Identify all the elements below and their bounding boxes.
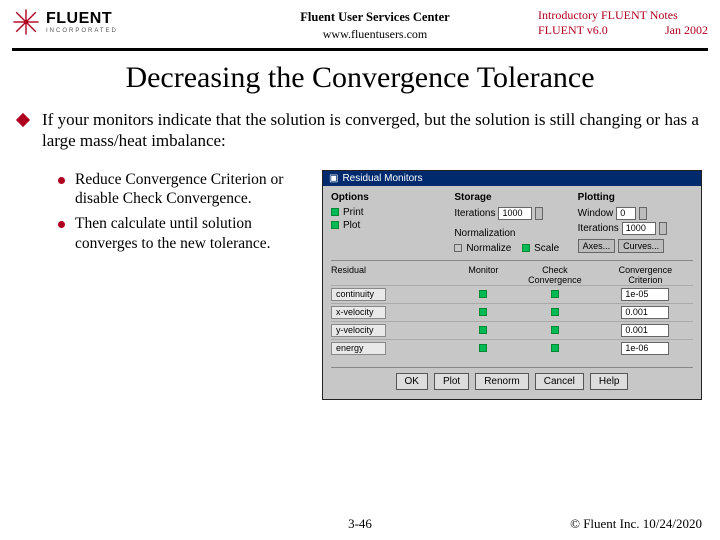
bullet-diamond-icon (16, 113, 30, 127)
monitor-checkbox[interactable] (479, 308, 487, 316)
cancel-button[interactable]: Cancel (535, 373, 584, 390)
logo-wordmark: FLUENT (46, 10, 118, 28)
bullet-item: Reduce Convergence Criterion or disable … (75, 170, 308, 209)
logo-starburst-icon (12, 8, 40, 36)
bullet-dot-icon (58, 221, 65, 228)
plot-iter-input[interactable]: 1000 (622, 222, 656, 235)
dialog-button-row: OK Plot Renorm Cancel Help (331, 367, 693, 395)
storage-iter-label: Iterations (454, 208, 495, 219)
curves-button[interactable]: Curves... (618, 239, 664, 253)
page-number: 3-46 (348, 516, 372, 532)
storage-group-label: Storage (454, 192, 569, 203)
check-convergence-checkbox[interactable] (551, 290, 559, 298)
monitor-checkbox[interactable] (479, 326, 487, 334)
residual-name: x-velocity (331, 306, 386, 319)
slide-footer: 3-46 © Fluent Inc. 10/24/2020 (0, 516, 720, 532)
copyright: © Fluent Inc. 10/24/2020 (570, 516, 702, 532)
dialog-title-text: Residual Monitors (342, 173, 422, 184)
col-residual: Residual (331, 265, 455, 285)
header-right: Introductory FLUENT Notes FLUENT v6.0 Ja… (538, 8, 708, 38)
print-checkbox[interactable] (331, 208, 339, 216)
check-convergence-checkbox[interactable] (551, 308, 559, 316)
plot-button[interactable]: Plot (434, 373, 469, 390)
spinner-icon[interactable] (639, 207, 647, 220)
scale-checkbox[interactable] (522, 244, 530, 252)
criterion-input[interactable]: 1e-06 (621, 342, 669, 355)
scale-label: Scale (534, 243, 559, 254)
spinner-icon[interactable] (659, 222, 667, 235)
monitor-checkbox[interactable] (479, 344, 487, 352)
residual-row: continuity 1e-05 (331, 285, 693, 303)
residual-row: energy 1e-06 (331, 339, 693, 357)
axes-button[interactable]: Axes... (578, 239, 616, 253)
residual-monitors-dialog: ▣ Residual Monitors Options Print Plot S… (322, 170, 702, 400)
slide-header: FLUENT INCORPORATED Fluent User Services… (0, 0, 720, 42)
criterion-input[interactable]: 1e-05 (621, 288, 669, 301)
check-convergence-checkbox[interactable] (551, 326, 559, 334)
storage-iter-input[interactable]: 1000 (498, 207, 532, 220)
check-convergence-checkbox[interactable] (551, 344, 559, 352)
residual-row: x-velocity 0.001 (331, 303, 693, 321)
spinner-icon[interactable] (535, 207, 543, 220)
window-icon: ▣ (329, 173, 338, 184)
plot-label: Plot (343, 220, 360, 231)
residual-name: y-velocity (331, 324, 386, 337)
normalize-label: Normalize (466, 243, 511, 254)
header-center-title: Fluent User Services Center (212, 10, 538, 25)
normalize-checkbox[interactable] (454, 244, 462, 252)
plot-checkbox[interactable] (331, 221, 339, 229)
residual-row: y-velocity 0.001 (331, 321, 693, 339)
header-version: FLUENT v6.0 (538, 23, 608, 38)
header-date: Jan 2002 (665, 23, 708, 38)
ok-button[interactable]: OK (396, 373, 428, 390)
window-input[interactable]: 0 (616, 207, 636, 220)
normalization-label: Normalization (454, 228, 569, 239)
dialog-titlebar: ▣ Residual Monitors (323, 171, 701, 186)
residual-name: energy (331, 342, 386, 355)
residual-name: continuity (331, 288, 386, 301)
bullet-dot-icon (58, 177, 65, 184)
slide-title: Decreasing the Convergence Tolerance (0, 61, 720, 95)
plot-iter-label: Iterations (578, 223, 619, 234)
bullet-list: Reduce Convergence Criterion or disable … (18, 170, 308, 400)
logo-subtext: INCORPORATED (46, 28, 118, 34)
criterion-input[interactable]: 0.001 (621, 306, 669, 319)
renorm-button[interactable]: Renorm (475, 373, 529, 390)
header-divider (12, 48, 708, 51)
criterion-input[interactable]: 0.001 (621, 324, 669, 337)
header-notes-line: Introductory FLUENT Notes (538, 8, 708, 23)
monitor-checkbox[interactable] (479, 290, 487, 298)
intro-text: If your monitors indicate that the solut… (42, 109, 702, 152)
window-label: Window (578, 208, 614, 219)
print-label: Print (343, 207, 364, 218)
col-monitor: Monitor (455, 265, 512, 285)
bullet-item: Then calculate until solution converges … (75, 214, 308, 253)
logo-block: FLUENT INCORPORATED (12, 8, 212, 36)
help-button[interactable]: Help (590, 373, 629, 390)
residual-table-header: Residual Monitor CheckConvergence Conver… (331, 265, 693, 285)
header-center: Fluent User Services Center www.fluentus… (212, 10, 538, 42)
options-group-label: Options (331, 192, 446, 203)
header-center-url: www.fluentusers.com (212, 27, 538, 42)
plotting-group-label: Plotting (578, 192, 693, 203)
